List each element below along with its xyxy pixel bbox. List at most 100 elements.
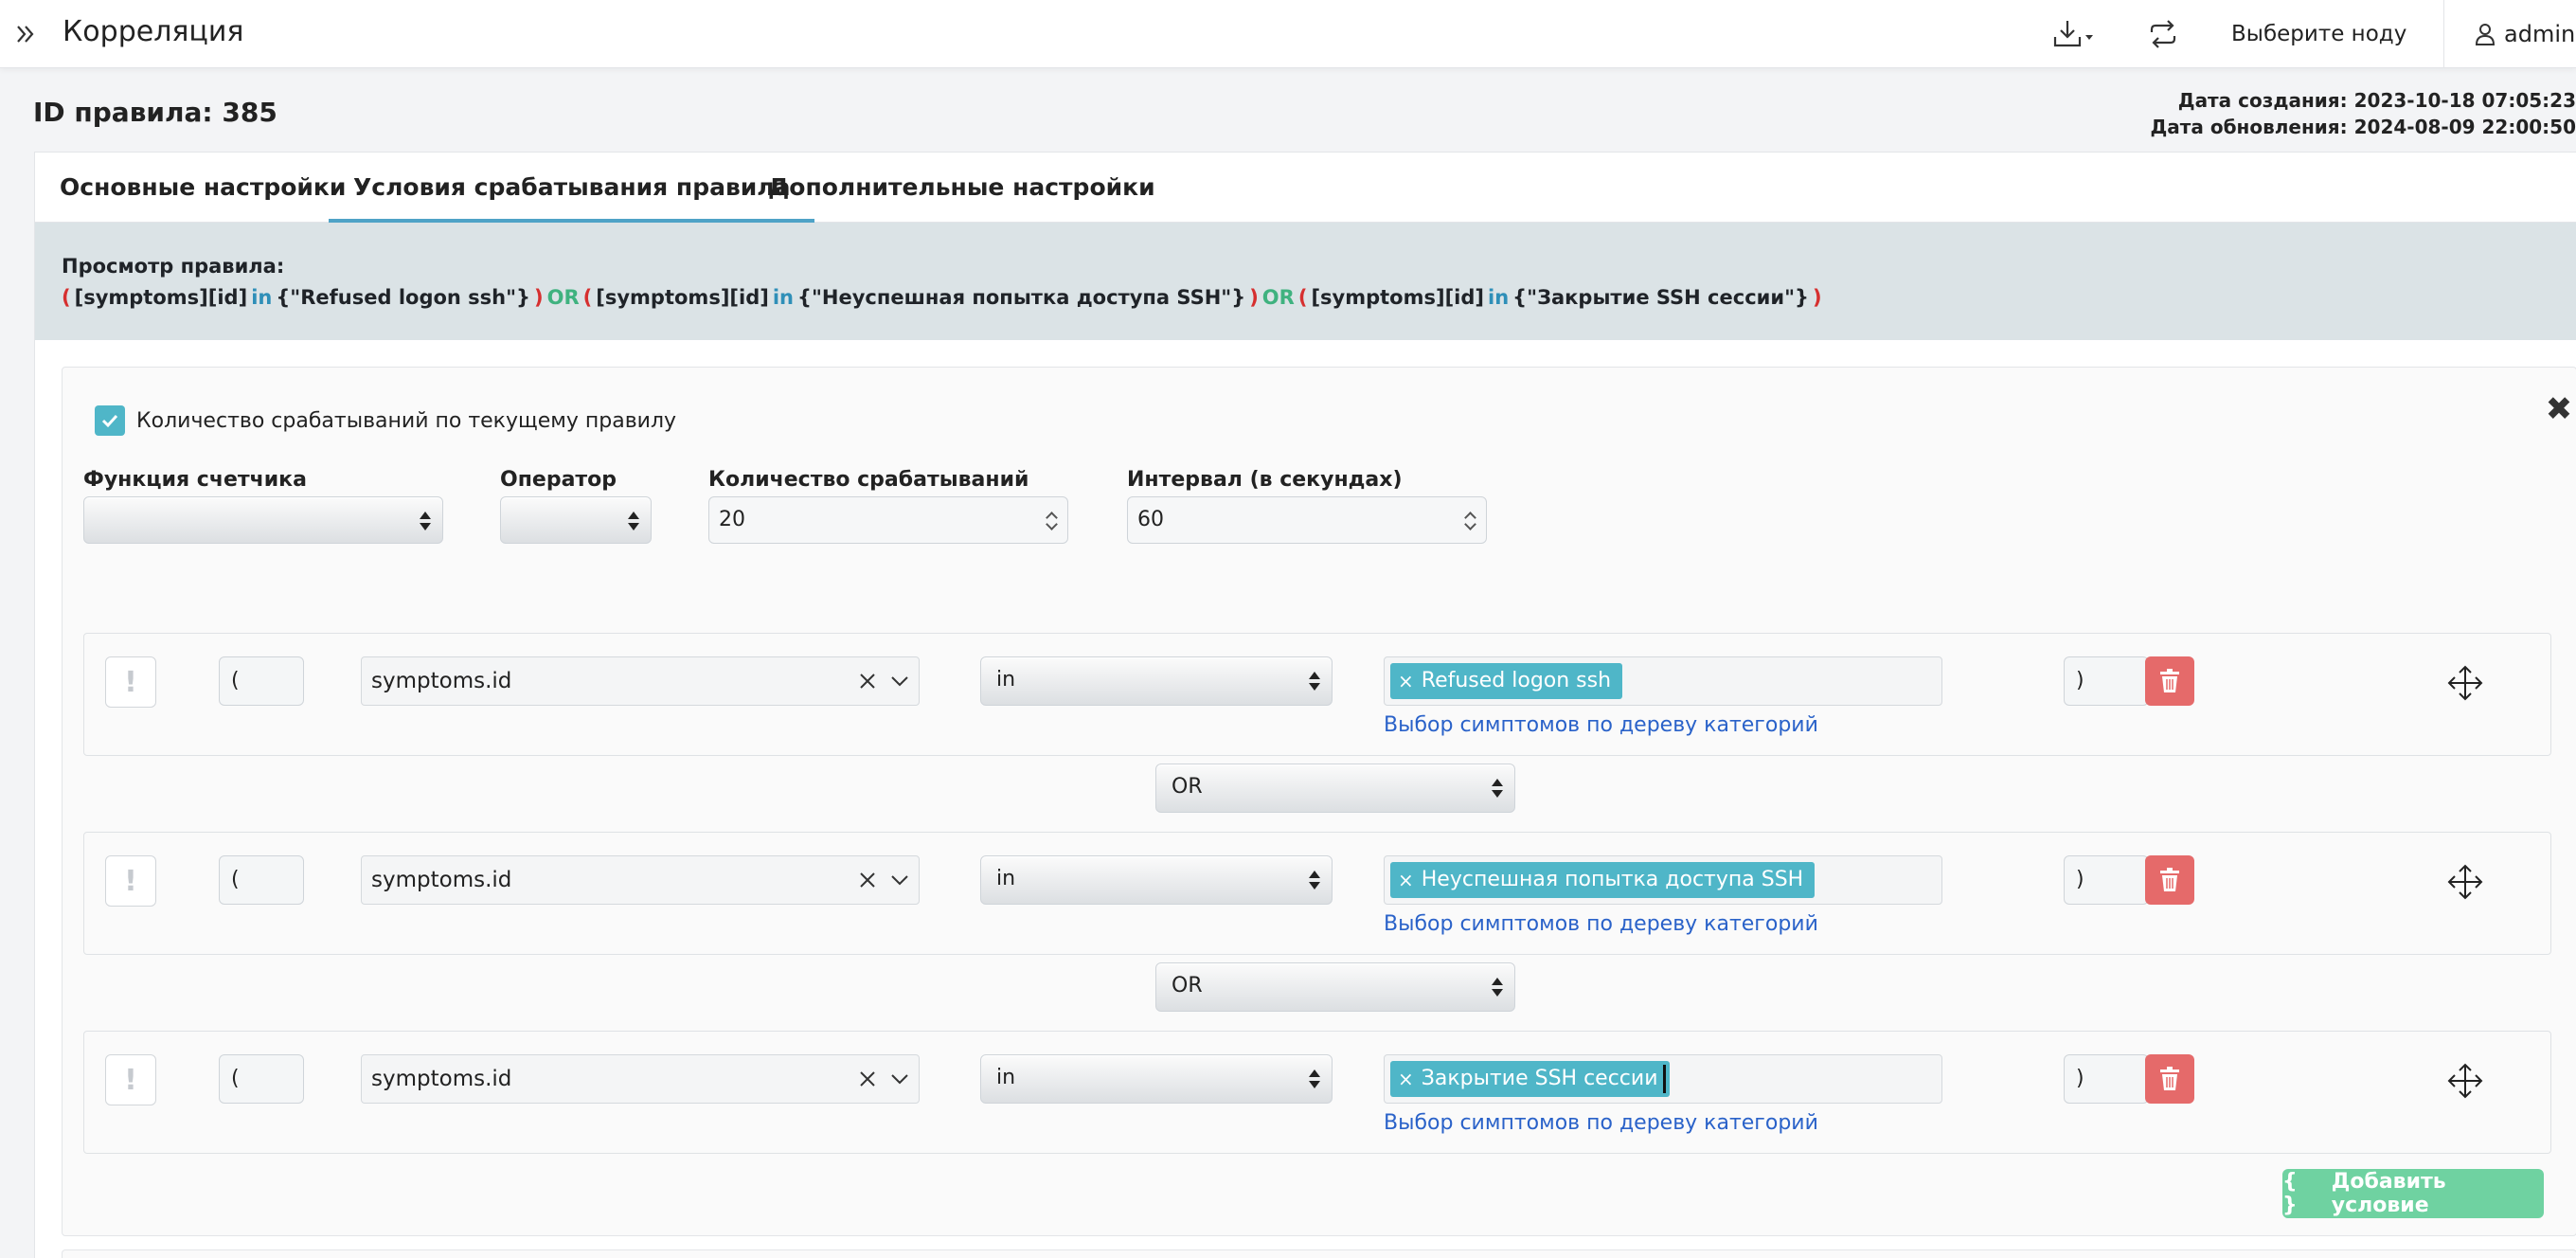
tag-label: Неуспешная попытка доступа SSH (1421, 868, 1804, 891)
preview-paren: ) (1812, 286, 1822, 309)
symptom-tags-input[interactable]: × Refused logon ssh (1384, 656, 1942, 706)
preview-value: {"Неуспешная попытка доступа SSH"} (797, 286, 1246, 309)
operator-select[interactable] (500, 496, 652, 544)
tab-trigger-conditions[interactable]: Условия срабатывания правила (329, 153, 815, 223)
expand-menu-icon[interactable] (8, 15, 45, 53)
header-divider (2443, 0, 2444, 68)
chevron-down-icon[interactable] (888, 1068, 911, 1090)
add-condition-button[interactable]: { } Добавить условие (2282, 1169, 2544, 1218)
page-title: Корреляция (63, 15, 244, 48)
preview-field: [symptoms][id] (1311, 286, 1485, 309)
condition-operator-value: in (996, 867, 1016, 890)
negate-button[interactable]: ! (105, 855, 156, 907)
negate-button[interactable]: ! (105, 656, 156, 708)
move-icon[interactable] (2446, 664, 2484, 702)
close-paren-input[interactable]: ) (2064, 656, 2149, 706)
user-name: admin (2504, 21, 2576, 47)
close-group-icon[interactable]: ✖ (2542, 392, 2576, 426)
count-input[interactable]: 20 (708, 496, 1068, 544)
rule-id: ID правила: 385 (33, 97, 277, 128)
logic-operator-value: OR (1172, 974, 1203, 997)
stepper-icon[interactable] (1465, 510, 1476, 532)
logic-operator-select[interactable]: OR (1155, 962, 1515, 1012)
symptom-tag[interactable]: × Неуспешная попытка доступа SSH (1390, 862, 1816, 898)
preview-paren: ) (534, 286, 544, 309)
negate-button[interactable]: ! (105, 1054, 156, 1105)
field-select[interactable]: symptoms.id (361, 656, 920, 706)
preview-paren: ( (582, 286, 593, 309)
download-button[interactable] (2046, 13, 2102, 55)
move-icon[interactable] (2446, 1062, 2484, 1100)
category-tree-link[interactable]: Выбор симптомов по дереву категорий (1384, 912, 1818, 936)
delete-condition-button[interactable] (2145, 1054, 2194, 1104)
clear-icon[interactable] (856, 670, 879, 692)
clear-icon[interactable] (856, 869, 879, 891)
created-date: Дата создания: 2023-10-18 07:05:23 (2177, 89, 2576, 112)
symptom-tags-input[interactable]: × Закрытие SSH сессии (1384, 1054, 1942, 1104)
counter-function-label: Функция счетчика (83, 468, 307, 492)
condition-row: ! ( symptoms.id in × Неуспешная попытка д… (83, 832, 2551, 955)
braces-icon: { } (2282, 1170, 2298, 1217)
user-menu[interactable]: admin (2474, 13, 2575, 55)
delete-condition-button[interactable] (2145, 656, 2194, 706)
select-arrows-icon (1309, 869, 1320, 891)
field-select[interactable]: symptoms.id (361, 855, 920, 905)
refresh-button[interactable] (2142, 13, 2184, 55)
close-paren-input[interactable]: ) (2064, 1054, 2149, 1104)
preview-logic: OR (1261, 286, 1295, 309)
symptom-tag[interactable]: × Закрытие SSH сессии (1390, 1061, 1670, 1097)
tag-remove-icon[interactable]: × (1398, 663, 1414, 699)
condition-row: ! ( symptoms.id in × Refused logon ssh Вы… (83, 633, 2551, 756)
preview-paren: ( (1297, 286, 1308, 309)
chevron-down-icon[interactable] (888, 869, 911, 891)
tag-remove-icon[interactable]: × (1398, 1061, 1414, 1097)
preview-field: [symptoms][id] (74, 286, 248, 309)
condition-operator-value: in (996, 1066, 1016, 1089)
clear-icon[interactable] (856, 1068, 879, 1090)
tab-additional-settings[interactable]: Дополнительные настройки (743, 153, 1180, 223)
trash-icon (2160, 1067, 2179, 1090)
field-value: symptoms.id (371, 868, 512, 892)
chevron-down-icon[interactable] (888, 670, 911, 692)
category-tree-link[interactable]: Выбор симптомов по дереву категорий (1384, 713, 1818, 737)
top-bar: Корреляция Выберите ноду admin (0, 0, 2576, 68)
checkbox-checked-icon[interactable] (95, 405, 125, 436)
logic-operator-select[interactable]: OR (1155, 764, 1515, 813)
field-select[interactable]: symptoms.id (361, 1054, 920, 1104)
field-value: symptoms.id (371, 669, 512, 693)
operator-condition-select[interactable]: in (980, 1054, 1333, 1104)
interval-input[interactable]: 60 (1127, 496, 1487, 544)
delete-condition-button[interactable] (2145, 855, 2194, 905)
tag-remove-icon[interactable]: × (1398, 862, 1414, 898)
condition-group: ✖ Количество срабатываний по текущему пр… (62, 367, 2576, 1236)
tag-label: Refused logon ssh (1421, 669, 1612, 692)
trash-icon (2160, 868, 2179, 891)
operator-label: Оператор (500, 468, 617, 492)
add-condition-label: Добавить условие (2331, 1170, 2446, 1217)
operator-condition-select[interactable]: in (980, 855, 1333, 905)
open-paren-input[interactable]: ( (219, 1054, 304, 1104)
open-paren-input[interactable]: ( (219, 855, 304, 905)
counter-checkbox-label: Количество срабатываний по текущему прав… (136, 408, 677, 433)
download-icon (2053, 21, 2093, 47)
select-arrows-icon (1309, 1068, 1320, 1090)
stepper-icon[interactable] (1046, 510, 1058, 532)
counter-checkbox-row[interactable]: Количество срабатываний по текущему прав… (95, 405, 676, 436)
preview-field: [symptoms][id] (596, 286, 769, 309)
preview-value: {"Закрытие SSH сессии"} (1512, 286, 1809, 309)
counter-function-select[interactable] (83, 496, 443, 544)
symptom-tag[interactable]: × Refused logon ssh (1390, 663, 1623, 699)
tab-bar: Основные настройки Условия срабатывания … (35, 153, 2576, 223)
refresh-icon (2150, 20, 2176, 48)
updated-date: Дата обновления: 2024-08-09 22:00:50 (2150, 116, 2576, 138)
node-select[interactable]: Выберите ноду (2231, 13, 2406, 55)
symptom-tags-input[interactable]: × Неуспешная попытка доступа SSH (1384, 855, 1942, 905)
select-arrows-icon (420, 510, 431, 532)
move-icon[interactable] (2446, 863, 2484, 901)
next-group-edge (62, 1249, 2576, 1258)
open-paren-input[interactable]: ( (219, 656, 304, 706)
tab-main-settings[interactable]: Основные настройки (35, 153, 370, 223)
operator-condition-select[interactable]: in (980, 656, 1333, 706)
close-paren-input[interactable]: ) (2064, 855, 2149, 905)
category-tree-link[interactable]: Выбор симптомов по дереву категорий (1384, 1111, 1818, 1135)
